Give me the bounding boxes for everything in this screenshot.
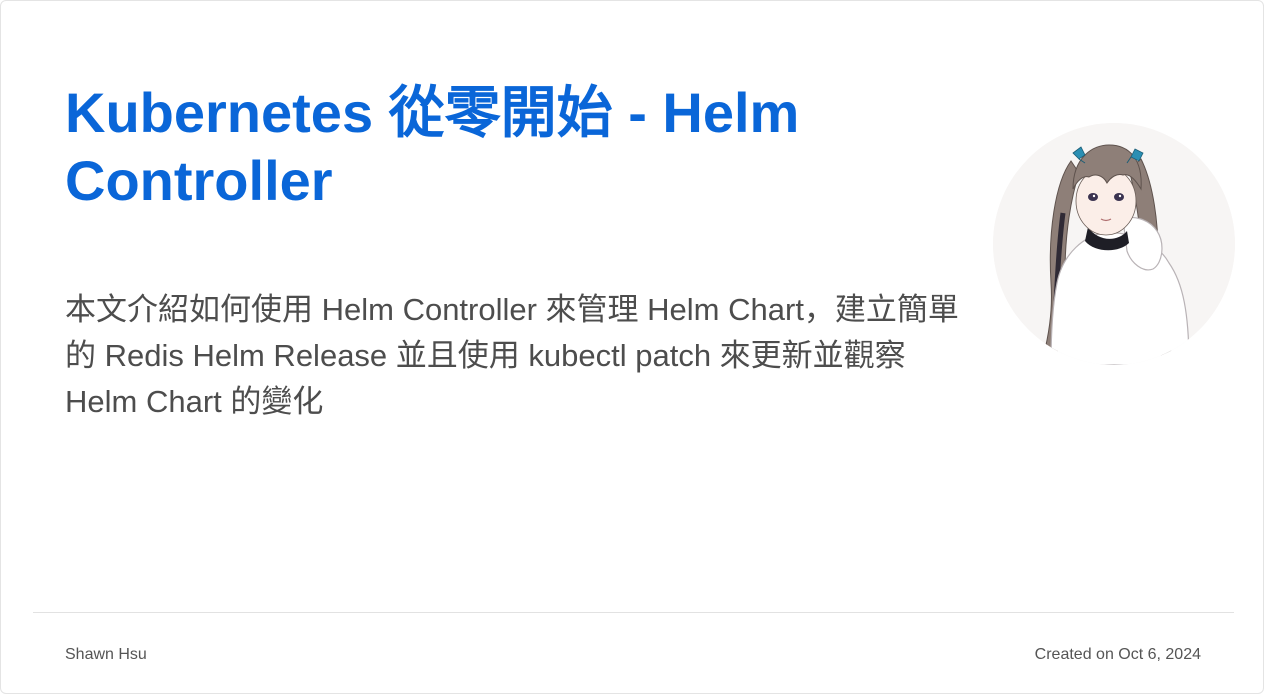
- post-card: Kubernetes 從零開始 - Helm Controller 本文介紹如何…: [0, 0, 1264, 694]
- author-name: Shawn Hsu: [65, 646, 147, 663]
- author-avatar: [993, 123, 1235, 365]
- footer-divider: [33, 612, 1234, 613]
- post-title[interactable]: Kubernetes 從零開始 - Helm Controller: [65, 79, 945, 215]
- anime-girl-avatar-icon: [993, 123, 1235, 365]
- post-description: 本文介紹如何使用 Helm Controller 來管理 Helm Chart，…: [65, 292, 959, 419]
- created-date: Created on Oct 6, 2024: [1034, 646, 1201, 663]
